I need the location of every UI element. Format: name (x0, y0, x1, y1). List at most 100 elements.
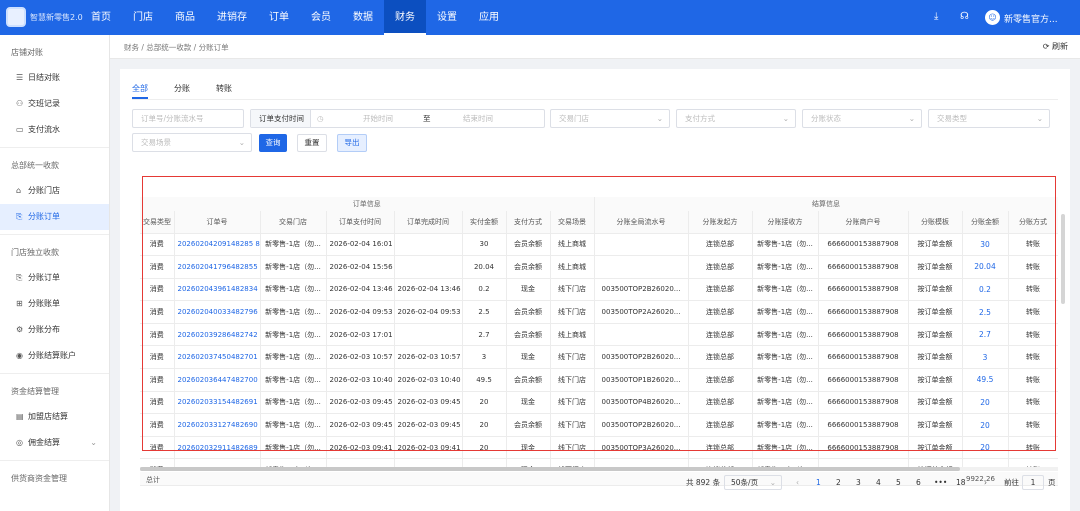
order-search-input[interactable]: 订单号/分账流水号 (132, 109, 244, 128)
pay-method-placeholder: 支付方式 (685, 114, 715, 123)
export-button[interactable]: 导出 (337, 134, 367, 152)
table-cell: 新零售-1店（勿... (752, 458, 819, 467)
sidebar-item[interactable]: ⚇ 交班记录 (0, 91, 109, 117)
trade-type-placeholder: 交易类型 (937, 114, 967, 123)
nav-item[interactable]: 会员 (300, 0, 342, 35)
tab-transfer[interactable]: 转账 (216, 83, 232, 99)
range-separator: 至 (423, 114, 431, 123)
table-row[interactable]: 消费202602030064482685新零售-1店（勿...2026-02-0… (140, 458, 1058, 467)
refresh-button[interactable]: ⟳ 刷新 (1043, 41, 1068, 52)
page-number[interactable]: 5 (896, 477, 901, 489)
distribution-icon: ⚙ (16, 325, 24, 334)
sidebar-item[interactable]: ☰ 日结对账 (0, 65, 109, 91)
start-time-input[interactable]: 开始时间 (363, 110, 393, 127)
sidebar-item[interactable]: ⌂ 分账门店 (0, 178, 109, 204)
store-select[interactable]: 交易门店 ⌄ (550, 109, 670, 128)
page-number[interactable]: 3 (856, 477, 861, 489)
sidebar-section-title: 总部统一收款 (11, 161, 59, 170)
page-number[interactable]: 6 (916, 477, 921, 489)
sidebar-item-label: 分账分布 (28, 325, 60, 334)
avatar[interactable]: ☺ (985, 10, 1000, 25)
sidebar-item[interactable]: ⎘ 分账订单 (0, 204, 109, 230)
scene-select[interactable]: 交易场景 ⌄ (132, 133, 252, 152)
nav-item[interactable]: 数据 (342, 0, 384, 35)
end-time-input[interactable]: 结束时间 (463, 110, 493, 127)
split-amount[interactable]: 5 (962, 458, 1009, 467)
table-cell: 2026-02-03 09:54 (326, 458, 395, 467)
prev-page-icon[interactable]: ‹ (796, 477, 799, 489)
horizontal-scrollbar[interactable] (140, 467, 1058, 471)
sidebar-item[interactable]: ▭ 支付流水 (0, 117, 109, 143)
table-cell: 新零售-1店（勿... (260, 458, 327, 467)
query-button[interactable]: 查询 (259, 134, 287, 152)
page-ellipsis[interactable]: ••• (934, 477, 947, 489)
split-order-icon: ⎘ (16, 212, 23, 221)
pagination: 共 892 条 50条/页 ⌄ ‹ 1 2 3 4 5 6 ••• 18 › 前往 1 页 (0, 475, 1080, 490)
table-cell: 消费 (140, 458, 175, 467)
nav-item[interactable]: 门店 (122, 0, 164, 35)
download-icon[interactable]: ⤓ (934, 11, 938, 22)
page-number[interactable]: 4 (876, 477, 881, 489)
page-number[interactable]: 18 (956, 477, 966, 489)
pay-method-select[interactable]: 支付方式 ⌄ (676, 109, 796, 128)
sidebar-item[interactable]: ⚙ 分账分布 (0, 317, 109, 343)
nav-item[interactable]: 首页 (80, 0, 122, 35)
time-type-chevron-icon: ⌄ (298, 114, 305, 123)
chevron-down-icon: ⌄ (238, 138, 245, 147)
next-page-icon[interactable]: › (984, 477, 987, 489)
nav-item[interactable]: 财务 (384, 0, 426, 35)
sidebar-divider (0, 234, 109, 235)
goto-page-input[interactable]: 1 (1022, 475, 1044, 490)
sidebar-item[interactable]: ◎ 佣金结算 ⌄ (0, 430, 109, 456)
wallet-icon: ▤ (16, 412, 24, 421)
sidebar: 店铺对账 ☰ 日结对账 ⚇ 交班记录 ▭ 支付流水 总部统一收款 ⌂ 分账门店 ⎘ 分账订单 门店独立收… (0, 35, 110, 511)
chevron-down-icon: ⌄ (908, 114, 915, 123)
breadcrumb-bar: 财务 / 总部统一收款 / 分账订单 ⟳ 刷新 (110, 35, 1080, 59)
person-icon: ⚇ (16, 99, 24, 108)
highlight-box (142, 176, 1056, 451)
sidebar-divider (0, 147, 109, 148)
nav-item[interactable]: 设置 (426, 0, 468, 35)
tab-split[interactable]: 分账 (174, 83, 190, 99)
split-status-select[interactable]: 分账状态 ⌄ (802, 109, 922, 128)
user-name[interactable]: 新零售官方... (1004, 12, 1058, 25)
nav-item[interactable]: 商品 (164, 0, 206, 35)
app-logo-icon (6, 7, 26, 27)
table-cell: 2026-02-03 09:54 (394, 458, 463, 467)
page-size-value: 50条/页 (731, 478, 759, 487)
chevron-down-icon: ⌄ (782, 114, 789, 123)
page-number[interactable]: 1 (816, 477, 821, 489)
card-icon: ▭ (16, 125, 24, 134)
sidebar-item[interactable]: ⊞ 分账账单 (0, 291, 109, 317)
sidebar-item[interactable]: ▤ 加盟店结算 (0, 404, 109, 430)
date-range-picker[interactable]: 订单支付时间 ⌄ ◷ 开始时间 至 结束时间 (250, 109, 545, 128)
page-number[interactable]: 2 (836, 477, 841, 489)
sidebar-item-label: 分账门店 (28, 186, 60, 195)
tab-all[interactable]: 全部 (132, 83, 148, 99)
trade-type-select[interactable]: 交易类型 ⌄ (928, 109, 1050, 128)
sidebar-item-label: 佣金结算 (28, 438, 60, 447)
sidebar-item[interactable]: ◉ 分账结算账户 (0, 343, 109, 369)
nav-item[interactable]: 应用 (468, 0, 510, 35)
nav-item[interactable]: 进销存 (206, 0, 258, 35)
chevron-down-icon: ⌄ (1036, 114, 1043, 123)
split-order-icon: ⎘ (16, 273, 23, 282)
page-size-select[interactable]: 50条/页 ⌄ (724, 475, 782, 490)
order-number-link[interactable]: 202602030064482685 (174, 458, 261, 467)
store-select-placeholder: 交易门店 (559, 114, 589, 123)
table-cell: 003500TOP2B26020... (594, 458, 689, 467)
page-unit: 页 (1048, 478, 1056, 487)
nav-item[interactable]: 订单 (258, 0, 300, 35)
vertical-scrollbar[interactable] (1061, 214, 1065, 304)
table-cell: 线下门店 (550, 458, 595, 467)
headset-icon[interactable]: ☊ (960, 11, 969, 22)
sidebar-item[interactable]: ⎘ 分账订单 (0, 265, 109, 291)
sidebar-item-label: 加盟店结算 (28, 412, 68, 421)
tabs: 全部 分账 转账 (132, 83, 258, 99)
sidebar-item-label: 日结对账 (28, 73, 60, 82)
app-name: 智慧新零售2.0 (30, 13, 83, 22)
top-navigation-bar: 智慧新零售2.0 首页 门店 商品 进销存 订单 会员 数据 财务 设置 应用 ⤓ ☊ ☺ 新零售… (0, 0, 1080, 35)
sidebar-item-label: 支付流水 (28, 125, 60, 134)
reset-button[interactable]: 重置 (297, 134, 327, 152)
scrollbar-thumb[interactable] (140, 467, 960, 471)
